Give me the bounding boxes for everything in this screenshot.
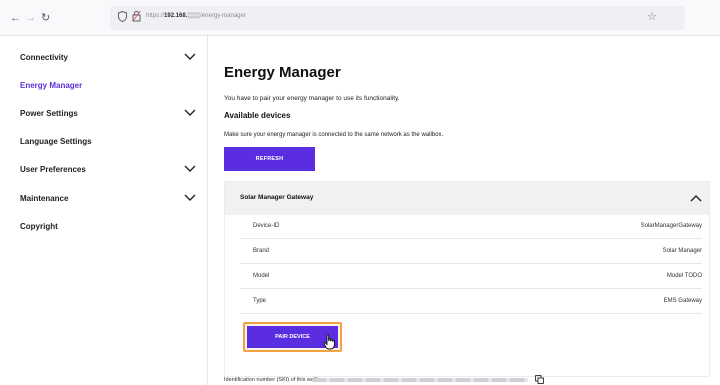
sidebar-item-label: User Preferences [20, 165, 86, 174]
network-hint-text: Make sure your energy manager is connect… [224, 132, 444, 138]
device-row-type: Type EMS Gateway [240, 290, 702, 314]
sidebar: Connectivity Energy Manager Power Settin… [0, 36, 208, 385]
browser-toolbar: ← → ↻ https://192.168.▒▒▒/energy-manager… [0, 0, 720, 36]
chevron-down-icon [184, 165, 196, 172]
available-devices-heading: Available devices [224, 111, 291, 120]
sidebar-item-label: Maintenance [20, 194, 69, 203]
sidebar-item-label: Copyright [20, 222, 58, 231]
sidebar-item-copyright[interactable]: Copyright [0, 214, 208, 242]
row-label: Type [253, 298, 267, 304]
sidebar-item-language-settings[interactable]: Language Settings [0, 129, 208, 157]
device-row-brand: Brand Solar Manager [240, 240, 702, 264]
row-label: Brand [253, 248, 270, 254]
row-value: SolarManagerGateway [640, 223, 702, 229]
hand-cursor-icon [323, 334, 335, 350]
url-text: https://192.168.▒▒▒/energy-manager [146, 13, 246, 19]
sidebar-item-user-preferences[interactable]: User Preferences [0, 157, 208, 185]
page-title: Energy Manager [224, 64, 341, 81]
row-value: EMS Gateway [663, 298, 702, 304]
chevron-up-icon[interactable] [690, 194, 702, 203]
device-name: Solar Manager Gateway [240, 194, 314, 201]
chevron-down-icon [184, 53, 196, 60]
row-label: Model [253, 273, 270, 279]
sidebar-item-energy-manager[interactable]: Energy Manager [0, 73, 208, 101]
sidebar-item-connectivity[interactable]: Connectivity [0, 45, 208, 73]
row-value: Solar Manager [662, 248, 702, 254]
lock-icon[interactable] [132, 10, 141, 22]
sidebar-item-label: Energy Manager [20, 81, 83, 90]
sidebar-item-label: Connectivity [20, 53, 69, 62]
forward-arrow-icon[interactable]: → [25, 11, 36, 25]
chevron-down-icon [184, 109, 196, 116]
bookmark-star-icon[interactable]: ☆ [647, 10, 657, 23]
back-arrow-icon[interactable]: ← [10, 11, 21, 25]
device-panel-header[interactable]: Solar Manager Gateway [225, 182, 709, 215]
address-bar[interactable]: https://192.168.▒▒▒/energy-manager ☆ [110, 6, 685, 30]
main-content: Energy Manager You have to pair your ene… [208, 36, 720, 385]
sidebar-item-maintenance[interactable]: Maintenance [0, 186, 208, 214]
sidebar-item-power-settings[interactable]: Power Settings [0, 101, 208, 129]
row-value: Model TODO [666, 273, 702, 279]
sidebar-item-label: Power Settings [20, 109, 78, 118]
shield-icon [118, 11, 127, 22]
chevron-down-icon [184, 194, 196, 201]
refresh-button[interactable]: REFRESH [224, 147, 315, 171]
reload-icon[interactable]: ↻ [41, 11, 50, 25]
row-label: Device-ID [253, 223, 280, 229]
pair-device-highlight: PAIR DEVICE [243, 322, 342, 352]
device-row-model: Model Model TODO [240, 265, 702, 289]
copy-icon[interactable] [535, 375, 544, 384]
device-row-device-id: Device-ID SolarManagerGateway [240, 215, 702, 239]
pairing-info-text: You have to pair your energy manager to … [224, 95, 400, 102]
device-panel: Solar Manager Gateway Device-ID SolarMan… [224, 181, 710, 377]
ski-redacted-value [312, 378, 528, 382]
sidebar-item-label: Language Settings [20, 137, 92, 146]
